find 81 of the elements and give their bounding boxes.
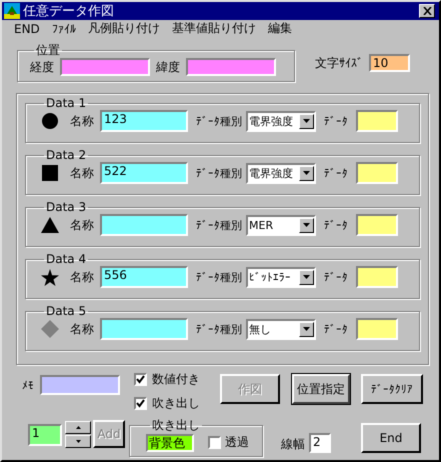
data-field[interactable] bbox=[356, 318, 398, 340]
field-label: ﾃﾞｰﾀ bbox=[324, 218, 348, 232]
app-icon bbox=[4, 3, 20, 19]
spin-up-button[interactable] bbox=[65, 421, 91, 434]
data-field[interactable] bbox=[356, 266, 398, 288]
line-width-field[interactable]: 2 bbox=[309, 433, 331, 453]
name-field[interactable]: 123 bbox=[100, 110, 188, 132]
field-label: 名称 bbox=[70, 216, 94, 234]
spin-down-button[interactable] bbox=[65, 435, 91, 448]
close-icon bbox=[422, 7, 432, 15]
name-field[interactable]: 556 bbox=[100, 266, 188, 288]
group-title: 吹き出し bbox=[151, 419, 201, 432]
window-title: 任意データ作図 bbox=[23, 3, 115, 20]
dropdown-arrow-icon bbox=[303, 171, 310, 175]
field-label: ﾃﾞｰﾀ種別 bbox=[196, 270, 242, 284]
checkbox-label: 吹き出し bbox=[152, 395, 200, 412]
checkbox-label: 透過 bbox=[225, 434, 249, 451]
memo-field[interactable] bbox=[40, 375, 120, 395]
field-label: 名称 bbox=[70, 268, 94, 286]
field-label: ﾃﾞｰﾀ種別 bbox=[196, 166, 242, 180]
input-field[interactable] bbox=[186, 58, 276, 76]
type-dropdown[interactable]: 無し bbox=[246, 318, 316, 340]
close-button[interactable] bbox=[419, 4, 435, 18]
field-label: 名称 bbox=[70, 164, 94, 182]
triangle-icon bbox=[41, 217, 59, 233]
up-arrow-icon bbox=[76, 426, 80, 429]
field-label: 経度 bbox=[30, 58, 54, 76]
name-field[interactable] bbox=[100, 318, 188, 340]
checkbox[interactable] bbox=[134, 373, 147, 386]
checkbox-label: 数値付き bbox=[152, 371, 200, 388]
circle-icon bbox=[42, 113, 58, 129]
down-arrow-icon bbox=[76, 440, 80, 443]
field-label: 名称 bbox=[70, 112, 94, 130]
type-dropdown[interactable]: 電界強度 bbox=[246, 162, 316, 184]
input-field[interactable] bbox=[60, 58, 150, 76]
star-icon bbox=[41, 268, 59, 286]
action-button[interactable]: ﾃﾞｰﾀｸﾘｱ bbox=[361, 374, 423, 404]
menu-item[interactable]: ﾌｧｲﾙ bbox=[46, 22, 82, 36]
end-button[interactable]: End bbox=[361, 423, 421, 453]
data-field[interactable] bbox=[356, 214, 398, 236]
dropdown-arrow-icon bbox=[303, 119, 310, 123]
diamond-icon bbox=[41, 320, 59, 338]
field-label: ﾃﾞｰﾀ種別 bbox=[196, 218, 242, 232]
field-label: ﾒﾓ bbox=[22, 379, 34, 392]
action-button[interactable]: 位置指定 bbox=[292, 374, 350, 404]
group-title: 位置 bbox=[35, 44, 61, 57]
type-dropdown[interactable]: MER bbox=[246, 214, 316, 236]
group-title: Data 1 bbox=[45, 97, 88, 110]
dropdown-arrow-icon bbox=[303, 275, 310, 279]
menu-item[interactable]: END bbox=[8, 22, 46, 36]
name-field[interactable] bbox=[100, 214, 188, 236]
data-field[interactable] bbox=[356, 162, 398, 184]
field-label: 緯度 bbox=[156, 58, 180, 76]
menu-item[interactable]: 編集 bbox=[262, 20, 298, 37]
dropdown-arrow-icon bbox=[303, 327, 310, 331]
field-label: 線幅 bbox=[281, 436, 305, 453]
field-label: ﾃﾞｰﾀ種別 bbox=[196, 114, 242, 128]
group-title: Data 4 bbox=[45, 253, 88, 266]
input-field[interactable]: 10 bbox=[369, 54, 410, 72]
dropdown-arrow-icon bbox=[303, 223, 310, 227]
square-icon bbox=[42, 165, 58, 181]
menu-item[interactable]: 基準値貼り付け bbox=[166, 20, 262, 37]
checkbox[interactable] bbox=[134, 397, 147, 410]
field-label: ﾃﾞｰﾀ bbox=[324, 322, 348, 336]
field-label: 名称 bbox=[70, 320, 94, 338]
field-label: ﾃﾞｰﾀ種別 bbox=[196, 322, 242, 336]
field-label: 文字ｻｲｽﾞ bbox=[315, 54, 363, 72]
field-label: ﾃﾞｰﾀ bbox=[324, 114, 348, 128]
group-title: Data 2 bbox=[45, 149, 88, 162]
checkbox[interactable] bbox=[208, 436, 221, 449]
type-dropdown[interactable]: 電界強度 bbox=[246, 110, 316, 132]
name-field[interactable]: 522 bbox=[100, 162, 188, 184]
type-dropdown[interactable]: ﾋﾞｯﾄｴﾗｰ bbox=[246, 266, 316, 288]
background-color-field[interactable]: 背景色 bbox=[146, 434, 194, 452]
menu-item[interactable]: 凡例貼り付け bbox=[82, 20, 166, 37]
data-field[interactable] bbox=[356, 110, 398, 132]
counter-field[interactable]: 1 bbox=[28, 424, 62, 446]
group-title: Data 5 bbox=[45, 305, 88, 318]
field-label: ﾃﾞｰﾀ bbox=[324, 270, 348, 284]
group-title: Data 3 bbox=[45, 201, 88, 214]
field-label: ﾃﾞｰﾀ bbox=[324, 166, 348, 180]
